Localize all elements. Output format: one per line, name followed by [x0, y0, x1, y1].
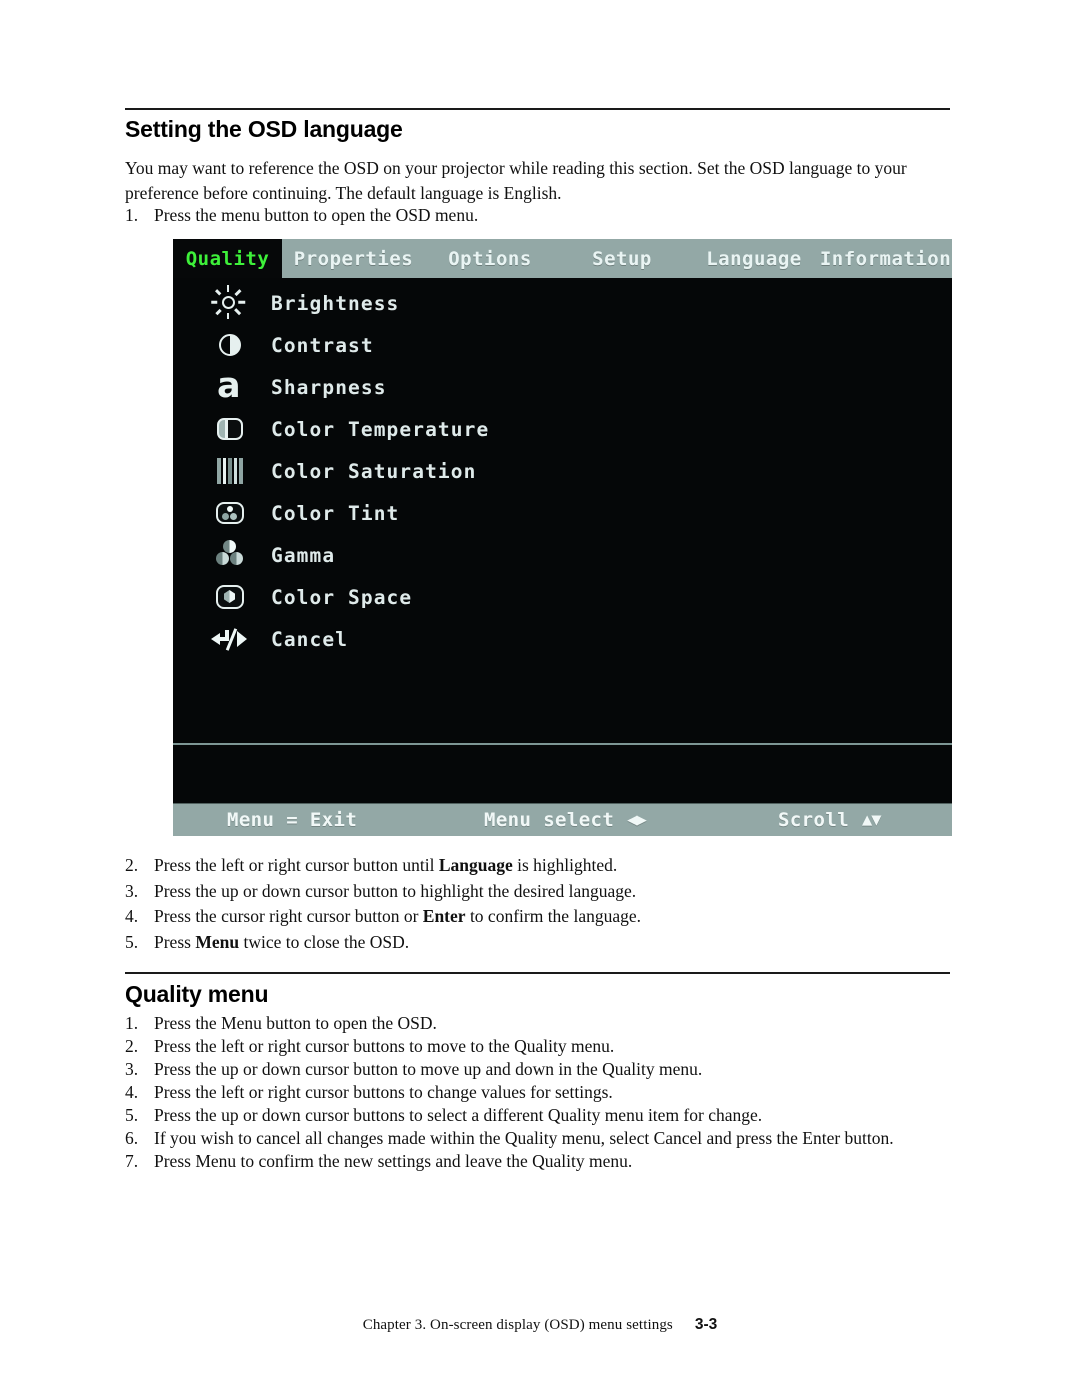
bars-icon	[209, 453, 249, 489]
osd-tab-bar: Quality Properties Options Setup Languag…	[173, 239, 952, 278]
page-title: Setting the OSD language	[125, 116, 403, 142]
list-item-number: 3.	[125, 1059, 139, 1079]
half-circle-icon	[209, 327, 249, 363]
up-down-arrows-icon: ▲▼	[862, 810, 882, 830]
cube-panel-icon	[209, 579, 249, 615]
osd-item-sharpness[interactable]: a Sharpness	[209, 366, 387, 408]
osd-tab-setup[interactable]: Setup	[555, 239, 689, 278]
list-item-text: Press the left or right cursor buttons t…	[154, 1082, 613, 1102]
page-footer: Chapter 3. On-screen display (OSD) menu …	[0, 1316, 1080, 1334]
steps-after-list: 2. Press the left or right cursor button …	[125, 854, 960, 956]
document-page: Setting the OSD language You may want to…	[0, 0, 1080, 1397]
osd-screenshot: Quality Properties Options Setup Languag…	[173, 239, 952, 836]
list-item: 3. Press the up or down cursor button to …	[125, 880, 960, 903]
osd-item-label: Sharpness	[271, 375, 387, 399]
list-item: 4. Press the left or right cursor buttons…	[125, 1081, 960, 1104]
list-item-text: Press Menu to confirm the new settings a…	[154, 1151, 633, 1171]
section-rule-quality	[125, 972, 950, 974]
list-item-number: 1.	[125, 1013, 139, 1033]
footer-page-number: 3-3	[694, 1316, 718, 1333]
list-item-number: 5.	[125, 1105, 139, 1125]
steps-before-list: 1. Press the menu button to open the OSD …	[125, 204, 960, 230]
osd-item-label: Brightness	[271, 291, 400, 315]
three-circles-icon	[209, 537, 249, 573]
list-item-text-post: to confirm the language.	[465, 906, 641, 926]
list-item-text: Press the Menu button to open the OSD.	[154, 1013, 437, 1033]
list-item: 2. Press the left or right cursor button …	[125, 854, 960, 877]
osd-menu-items: Brightness Contrast a Sharpness Color Te…	[173, 278, 952, 743]
osd-value-strip	[173, 745, 952, 804]
osd-item-color-temperature[interactable]: Color Temperature	[209, 408, 489, 450]
osd-item-label: Color Temperature	[271, 417, 490, 441]
list-item: 1. Press the Menu button to open the OSD.	[125, 1012, 960, 1035]
osd-item-label: Cancel	[271, 627, 349, 651]
osd-item-color-space[interactable]: Color Space	[209, 576, 412, 618]
list-item-number: 1.	[125, 205, 139, 225]
list-item-number: 2.	[125, 1036, 139, 1056]
footer-chapter-text: Chapter 3. On-screen display (OSD) menu …	[362, 1317, 673, 1333]
list-item-number: 4.	[125, 1082, 139, 1102]
list-item-number: 2.	[125, 855, 139, 875]
list-item-text-pre: Press the left or right cursor button un…	[154, 855, 439, 875]
list-item: 7. Press Menu to confirm the new settings…	[125, 1150, 960, 1173]
section-title-quality: Quality menu	[125, 981, 269, 1007]
list-item: 1. Press the menu button to open the OSD …	[125, 204, 960, 227]
list-item: 2. Press the left or right cursor buttons…	[125, 1035, 960, 1058]
list-item-number: 5.	[125, 931, 139, 952]
osd-item-contrast[interactable]: Contrast	[209, 324, 374, 366]
list-item-text: Press the menu button to open the OSD me…	[154, 205, 479, 225]
osd-hint-exit: Menu = Exit	[227, 809, 358, 831]
list-item-text-post: twice to close the OSD.	[239, 931, 410, 952]
list-item-number: 4.	[125, 906, 139, 926]
osd-tab-properties[interactable]: Properties	[282, 239, 425, 278]
list-item: 6. If you wish to cancel all changes made…	[125, 1127, 960, 1150]
osd-item-color-tint[interactable]: Color Tint	[209, 492, 399, 534]
osd-tab-options[interactable]: Options	[425, 239, 555, 278]
section-rule-top	[125, 108, 950, 110]
list-item-text-bold: Menu	[195, 931, 240, 952]
list-item-text-pre: Press	[154, 931, 196, 952]
osd-item-label: Contrast	[271, 333, 374, 357]
list-item-number: 7.	[125, 1151, 139, 1171]
list-item-number: 3.	[125, 880, 139, 901]
list-item-text-post: is highlighted.	[512, 855, 618, 875]
list-item: 5. Press the up or down cursor buttons to…	[125, 1104, 960, 1127]
list-item-text-pre: Press the up or down cursor button to hi…	[154, 880, 637, 901]
list-item: 3. Press the up or down cursor button to …	[125, 1058, 960, 1081]
osd-item-label: Color Saturation	[271, 459, 477, 483]
osd-tab-language[interactable]: Language	[689, 239, 819, 278]
osd-tab-quality[interactable]: Quality	[173, 239, 282, 278]
osd-hint-select: Menu select ◀▶	[484, 804, 647, 836]
osd-item-cancel[interactable]: Cancel	[209, 618, 348, 660]
list-item-text-bold: Language	[438, 855, 513, 875]
osd-item-color-saturation[interactable]: Color Saturation	[209, 450, 476, 492]
osd-hint-select-label: Menu select	[484, 809, 615, 831]
list-item-text-pre: Press the cursor right cursor button or	[154, 906, 423, 926]
left-right-arrows-icon: ◀▶	[627, 810, 647, 830]
list-item: 5. Press Menu twice to close the OSD.	[125, 931, 960, 954]
quality-steps-list: 1. Press the Menu button to open the OSD.…	[125, 1012, 960, 1173]
osd-item-gamma[interactable]: Gamma	[209, 534, 335, 576]
return-arrow-icon	[209, 621, 249, 657]
osd-item-label: Gamma	[271, 543, 336, 567]
osd-item-label: Color Space	[271, 585, 413, 609]
letter-a-icon: a	[217, 366, 241, 406]
gradient-panel-icon	[209, 411, 249, 447]
osd-item-label: Color Tint	[271, 501, 400, 525]
osd-item-brightness[interactable]: Brightness	[209, 282, 399, 324]
intro-paragraph: You may want to reference the OSD on you…	[125, 158, 907, 203]
list-item-text: Press the up or down cursor buttons to s…	[154, 1105, 763, 1125]
dots-panel-icon	[209, 495, 249, 531]
osd-tab-information[interactable]: Information	[819, 239, 952, 278]
list-item-text: If you wish to cancel all changes made w…	[154, 1128, 894, 1148]
list-item-number: 6.	[125, 1128, 139, 1148]
list-item: 4. Press the cursor right cursor button …	[125, 905, 960, 928]
list-item-text: Press the left or right cursor buttons t…	[154, 1036, 615, 1056]
osd-hint-scroll-label: Scroll	[778, 809, 850, 831]
list-item-text-bold: Enter	[422, 906, 466, 926]
osd-hint-bar: Menu = Exit Menu select ◀▶ Scroll ▲▼	[173, 804, 952, 836]
sun-icon	[209, 285, 249, 321]
osd-hint-scroll: Scroll ▲▼	[778, 804, 882, 836]
list-item-text: Press the up or down cursor button to mo…	[154, 1059, 703, 1079]
